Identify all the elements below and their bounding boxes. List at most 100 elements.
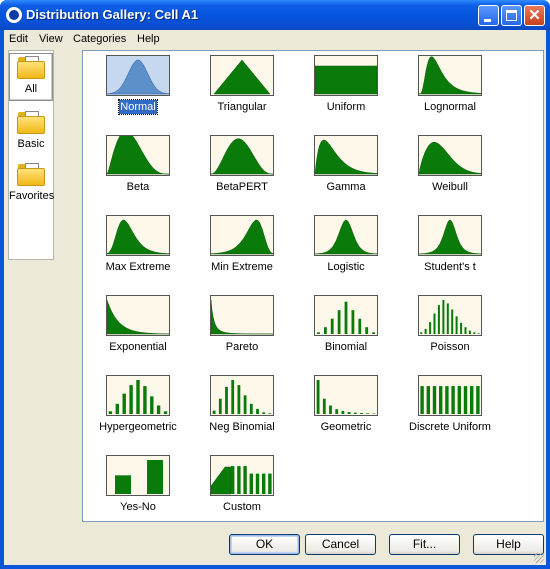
distribution-label: Yes-No [85,501,191,513]
distribution-gallery: Normal Triangular Uniform Lognormal Beta Beta… [82,50,544,522]
distribution-label: Min Extreme [189,261,295,273]
geometric-thumbnail [314,375,378,416]
distribution-poisson[interactable]: Poisson [397,292,503,368]
yesno-thumbnail [106,455,170,496]
distribution-label: Custom [189,501,295,513]
distribution-hypergeometric[interactable]: Hypergeometric [85,372,191,448]
gamma-thumbnail [314,135,378,176]
app-icon [6,7,22,23]
resize-grip[interactable] [534,553,544,563]
distribution-label-text: Min Extreme [211,261,273,273]
distribution-exponential[interactable]: Exponential [85,292,191,368]
distribution-label: Hypergeometric [85,421,191,433]
dialog-window: Distribution Gallery: Cell A1 ✕ Edit Vie… [0,0,550,569]
logistic-thumbnail [314,215,378,256]
distribution-label-text: Exponential [109,341,167,353]
distribution-triangular[interactable]: Triangular [189,52,295,128]
distribution-label-text: Uniform [326,101,366,113]
weibull-thumbnail [418,135,482,176]
distribution-label: Geometric [293,421,399,433]
distribution-normal[interactable]: Normal [85,52,191,128]
binomial-thumbnail [314,295,378,336]
folder-star-icon [16,161,46,187]
fit-button[interactable]: Fit... [389,534,460,555]
distribution-label: Gamma [293,181,399,193]
category-label: All [24,83,38,95]
menu-categories[interactable]: Categories [73,33,126,45]
triangular-thumbnail [210,55,274,96]
distribution-pareto[interactable]: Pareto [189,292,295,368]
distribution-label-text: BetaPERT [216,181,268,193]
distribution-studentt[interactable]: Student's t [397,212,503,288]
distribution-label: Triangular [189,101,295,113]
distribution-label-text: Max Extreme [105,261,171,273]
distribution-binomial[interactable]: Binomial [293,292,399,368]
distribution-betapert[interactable]: BetaPERT [189,132,295,208]
distribution-label-text: Logistic [327,261,365,273]
distribution-label: Pareto [189,341,295,353]
exponential-thumbnail [106,295,170,336]
menu-help[interactable]: Help [137,33,160,45]
distribution-negbinomial[interactable]: Neg Binomial [189,372,295,448]
uniform-thumbnail [314,55,378,96]
distribution-uniform[interactable]: Uniform [293,52,399,128]
distribution-label-text: Normal [118,99,158,115]
menu-edit[interactable]: Edit [9,33,28,45]
hypergeometric-thumbnail [106,375,170,416]
help-button[interactable]: Help [473,534,544,555]
category-label: Favorites [9,190,55,202]
distribution-gamma[interactable]: Gamma [293,132,399,208]
folder-icon [16,54,46,80]
distribution-label-text: Triangular [217,101,267,113]
menu-view[interactable]: View [39,33,63,45]
negbinomial-thumbnail [210,375,274,416]
distribution-label-text: Custom [223,501,261,513]
distribution-label: Max Extreme [85,261,191,273]
distribution-logistic[interactable]: Logistic [293,212,399,288]
maximize-icon[interactable] [501,5,522,26]
distribution-label: Lognormal [397,101,503,113]
dialog-client: Edit View Categories Help All Basic Favo… [4,30,546,565]
distribution-weibull[interactable]: Weibull [397,132,503,208]
distribution-label-text: Weibull [432,181,468,193]
normal-thumbnail [106,55,170,96]
distribution-label-text: Beta [126,181,150,193]
poisson-thumbnail [418,295,482,336]
distribution-label: Poisson [397,341,503,353]
distribution-maxextreme[interactable]: Max Extreme [85,212,191,288]
distribution-custom[interactable]: Custom [189,452,295,528]
folder-icon [16,109,46,135]
distribution-label-text: Pareto [225,341,259,353]
betapert-thumbnail [210,135,274,176]
distribution-label-text: Geometric [320,421,372,433]
category-all[interactable]: All [9,53,53,101]
distribution-label: Student's t [397,261,503,273]
distribution-label: Uniform [293,101,399,113]
distribution-label-text: Yes-No [120,501,156,513]
minextreme-thumbnail [210,215,274,256]
category-basic[interactable]: Basic [9,109,53,150]
distribution-label-text: Neg Binomial [209,421,275,433]
distribution-label: Logistic [293,261,399,273]
maxextreme-thumbnail [106,215,170,256]
close-icon[interactable]: ✕ [524,5,545,26]
distribution-label-text: Lognormal [424,101,476,113]
title-bar[interactable]: Distribution Gallery: Cell A1 ✕ [0,0,550,30]
distribution-label: Normal [85,99,191,115]
minimize-icon[interactable] [478,5,499,26]
distribution-label: Beta [85,181,191,193]
cancel-button[interactable]: Cancel [305,534,376,555]
distribution-lognormal[interactable]: Lognormal [397,52,503,128]
distribution-beta[interactable]: Beta [85,132,191,208]
studentt-thumbnail [418,215,482,256]
distribution-minextreme[interactable]: Min Extreme [189,212,295,288]
distribution-geometric[interactable]: Geometric [293,372,399,448]
distribution-label: Discrete Uniform [397,421,503,433]
category-favorites[interactable]: Favorites [9,161,55,202]
distribution-yesno[interactable]: Yes-No [85,452,191,528]
category-label: Basic [17,138,45,150]
distribution-discreteuniform[interactable]: Discrete Uniform [397,372,503,448]
distribution-label-text: Poisson [430,341,470,353]
distribution-label: Exponential [85,341,191,353]
ok-button[interactable]: OK [229,534,300,555]
